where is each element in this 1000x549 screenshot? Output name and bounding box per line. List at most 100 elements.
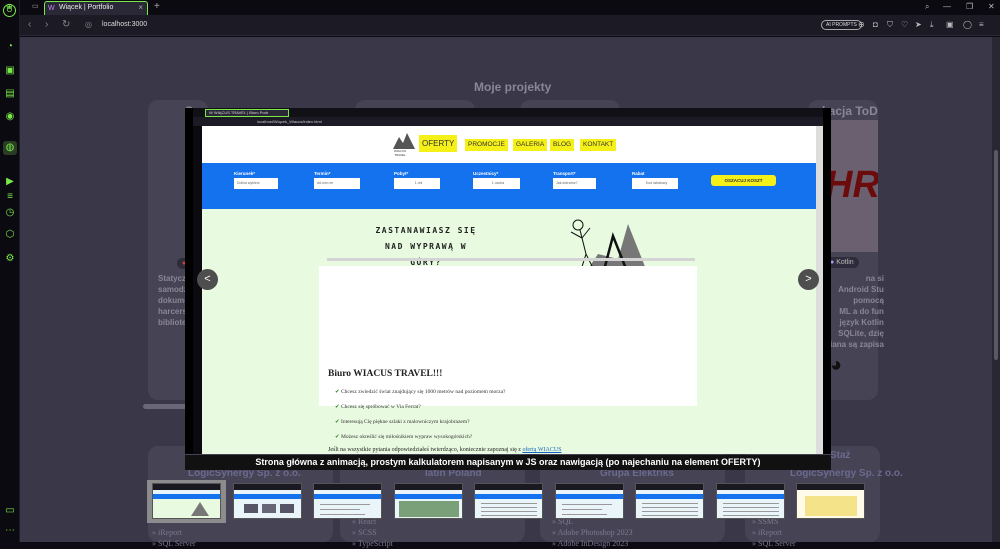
thumbnail-lettering: HR — [825, 164, 878, 206]
nav-blog: BLOG — [550, 139, 575, 151]
music-player-icon[interactable]: ▶ — [3, 175, 17, 189]
cost-calculator: Kierunek* Dolina wybierz Termin* dd.mm.r… — [202, 163, 823, 209]
content-heading: Biuro WIACUS TRAVEL!!! — [328, 369, 443, 379]
gallery-prev-button[interactable]: < — [197, 269, 218, 290]
page-scrollbar-thumb[interactable] — [994, 150, 998, 360]
gallery-next-button[interactable]: > — [798, 269, 819, 290]
field-input: Kod rabatowy — [632, 178, 678, 189]
whatsapp-icon[interactable]: ◍ — [3, 141, 17, 155]
tab-bar: W Wiącek | Portfolio × + ⌕ — ❐ ✕ — [20, 0, 1000, 15]
image-icon[interactable]: ▭ — [3, 504, 17, 518]
logo-text: WIACUS TRAVEL — [394, 149, 406, 157]
nav-oferty: OFERTY — [419, 135, 458, 152]
gallery-thumbnail[interactable] — [554, 483, 624, 519]
field-label: Kierunek* — [234, 171, 256, 176]
gallery-thumbnail[interactable] — [474, 483, 543, 519]
gallery-screenshot: W WIĄCUS TRAVEL | Biuro Podr localhost/W… — [193, 108, 823, 454]
reload-button[interactable]: ↻ — [62, 19, 70, 31]
history-list-icon[interactable]: ≡ — [3, 190, 17, 204]
divider — [327, 258, 695, 261]
github-icon[interactable]: ◕ — [830, 354, 842, 377]
clock-icon[interactable]: ◷ — [3, 206, 17, 220]
back-button[interactable]: ‹ — [28, 19, 31, 31]
skill-list: » React» SCSS» TypeScript — [352, 517, 393, 548]
favicon-icon: W — [48, 5, 55, 12]
search-tabs-icon[interactable]: ⌕ — [925, 0, 929, 14]
field-label: Termin* — [314, 171, 331, 176]
wallet-icon[interactable]: ▣ — [946, 19, 954, 31]
chat-icon[interactable]: ◉ — [3, 110, 17, 124]
more-icon[interactable]: ⋯ — [3, 524, 17, 538]
skill-list: » iReport» SQL Server — [152, 528, 196, 548]
field-label: Rabat — [632, 171, 645, 176]
send-icon[interactable]: ➤ — [915, 19, 922, 31]
section-title-staz: Staż — [830, 450, 851, 461]
field-label: Uczestnicy* — [473, 171, 499, 176]
field-input: Jak dotrzesz? — [553, 178, 596, 189]
closing-text: Jeśli na wszystkie pytania odpowiedziałe… — [328, 447, 562, 453]
tab-title: Wiącek | Portfolio — [59, 4, 114, 11]
section-title: Moje projekty — [474, 80, 552, 94]
content-column — [319, 266, 697, 406]
ai-prompts-badge[interactable]: AI PROMPTS — [821, 20, 862, 30]
speed-dial-icon[interactable]: ◔ — [3, 40, 17, 54]
screenshot-tab-title: W WIĄCUS TRAVEL | Biuro Podr — [205, 109, 289, 117]
bookmark-icon[interactable]: ♡ — [901, 19, 908, 31]
mountain-logo-icon — [393, 133, 415, 149]
shield-icon[interactable]: ⛉ — [887, 19, 893, 31]
address-bar: ‹ › ↻ ◎ localhost:3000 AI PROMPTS ⊕ ◘ ⛉ … — [20, 15, 1000, 36]
gallery-thumbnail[interactable] — [232, 483, 302, 519]
bullet-item: ✔ Chcesz się spróbować w Via Ferrat? — [335, 404, 421, 410]
gallery-thumbnail[interactable] — [635, 483, 704, 519]
extensions-icon[interactable]: ≡ — [979, 19, 984, 31]
field-label: Transport* — [553, 171, 576, 176]
cube-icon[interactable]: ⬡ — [3, 228, 17, 242]
camera-icon[interactable]: ◘ — [873, 19, 878, 31]
skill-list: » SQL» Adobe Photoshop 2023» Adobe InDes… — [552, 517, 633, 548]
field-label: Pobyt* — [394, 171, 409, 176]
download-icon[interactable]: ⤓ — [930, 19, 934, 31]
close-tab-icon[interactable]: × — [138, 2, 143, 14]
maximize-button[interactable]: ❐ — [966, 0, 973, 14]
skill-list: » SSMS» iReport» SQL Server — [752, 517, 796, 548]
account-icon[interactable]: ◯ — [963, 19, 972, 31]
gallery-caption: Strona główna z animacją, prostym kalkul… — [185, 455, 831, 470]
tab-portfolio[interactable]: W Wiącek | Portfolio × — [44, 1, 148, 15]
screenshot-sidebar — [193, 126, 202, 454]
tab-menu-icon[interactable]: ▭ — [32, 2, 39, 10]
bullet-item: ✔ Chcesz zwiedzić świat znajdujący się 1… — [335, 389, 506, 395]
twitch-icon[interactable]: ▤ — [3, 87, 17, 101]
screenshot-scrollbar — [816, 126, 823, 454]
gallery-thumbnail[interactable] — [796, 483, 865, 519]
shopping-bag-icon[interactable]: ▣ — [3, 64, 17, 78]
nav-promocje: PROMOCJE — [465, 139, 508, 151]
gallery-thumbnail[interactable] — [715, 483, 785, 519]
url-field[interactable]: localhost:3000 — [102, 20, 147, 30]
screenshot-tab-bar: W WIĄCUS TRAVEL | Biuro Podr — [193, 108, 823, 117]
nav-kontakt: KONTAKT — [580, 139, 617, 151]
offer-link: ofertą WIACUS — [522, 447, 562, 453]
new-tab-button[interactable]: + — [154, 0, 160, 14]
nav-galeria: GALERIA — [513, 139, 548, 151]
gallery-thumbnail[interactable] — [313, 483, 382, 519]
field-input: dd.mm.rrrr — [314, 178, 360, 189]
gallery-thumbnail[interactable] — [393, 483, 463, 519]
field-input: 1 dni — [394, 178, 440, 189]
settings-icon[interactable]: ⚙ — [3, 252, 17, 266]
field-input: 1 osoba — [473, 178, 520, 189]
bullet-item: ✔ Możesz określić się miłośnikiem wypraw… — [335, 434, 473, 440]
site-info-icon[interactable]: ◎ — [85, 19, 92, 31]
browser-sidebar: O ◔ ▣ ▤ ◉ ◍ ▶ ≡ ◷ ⬡ ⚙ ▭ ⋯ — [0, 0, 20, 542]
estimate-cost-button: OSZACUJ KOSZT — [711, 175, 776, 186]
screenshot-url: localhost/Wiącek_Wiacus/index.html — [193, 117, 823, 126]
zoom-icon[interactable]: ⊕ — [858, 19, 865, 31]
bullet-item: ✔ Interesują Cię piękne szlaki z malowni… — [335, 419, 470, 425]
minimize-button[interactable]: — — [943, 0, 951, 14]
gallery-thumbnail[interactable] — [152, 483, 221, 519]
forward-button[interactable]: › — [45, 19, 48, 31]
workspace-icon[interactable]: ⊕ — [6, 2, 13, 11]
close-window-button[interactable]: ✕ — [988, 0, 995, 14]
project-description: na si Android Stu pomocą ML a do fun jęz… — [823, 274, 884, 349]
field-input: Dolina wybierz — [234, 178, 278, 189]
travel-navbar: WIACUS TRAVEL OFERTY PROMOCJE GALERIA BL… — [202, 126, 823, 163]
